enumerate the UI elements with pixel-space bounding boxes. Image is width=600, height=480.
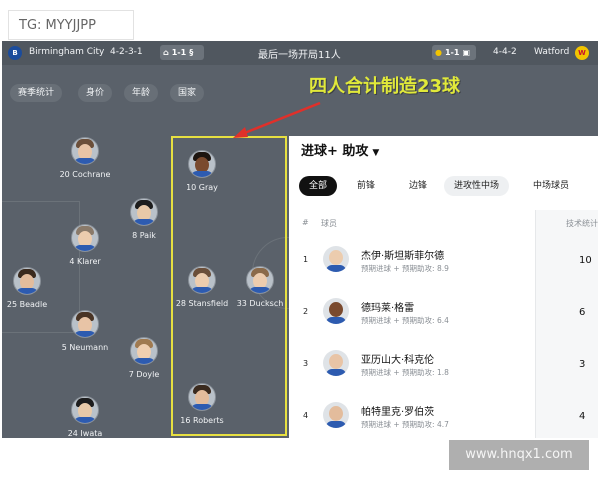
row-rank: 1 — [303, 255, 309, 264]
row-rank: 3 — [303, 359, 309, 368]
stats-dropdown[interactable]: 进球+ 助攻 ▼ — [301, 140, 379, 159]
player-avatar — [323, 402, 349, 428]
row-stat-value: 6 — [579, 307, 586, 318]
player-avatar — [323, 298, 349, 324]
column-header-rank: # — [302, 218, 309, 227]
row-xg-xa: 预期进球 + 预期助攻: 1.8 — [361, 368, 449, 377]
tab-midfielders[interactable]: 中场球员 — [523, 176, 579, 196]
row-player-name: 德玛莱·格雷 — [361, 303, 415, 314]
row-rank: 4 — [303, 411, 309, 420]
row-stat-value: 3 — [579, 359, 586, 370]
row-player-name: 帕特里克·罗伯茨 — [361, 407, 435, 418]
row-xg-xa: 预期进球 + 预期助攻: 4.7 — [361, 420, 449, 429]
tab-attacking-mid[interactable]: 进攻性中场 — [444, 176, 510, 196]
watermark-bottom: www.hnqx1.com — [449, 440, 589, 470]
table-row[interactable]: 1 杰伊·斯坦斯菲尔德 预期进球 + 预期助攻: 8.9 10 — [289, 236, 598, 288]
table-row[interactable]: 4 帕特里克·罗伯茨 预期进球 + 预期助攻: 4.7 4 — [289, 392, 598, 438]
row-stat-value: 10 — [579, 255, 592, 266]
table-row[interactable]: 2 德玛莱·格雷 预期进球 + 预期助攻: 6.4 6 — [289, 288, 598, 340]
tab-wingers[interactable]: 边锋 — [399, 176, 437, 196]
column-header-player: 球员 — [321, 219, 337, 228]
caret-down-icon: ▼ — [372, 148, 380, 158]
player-avatar — [323, 246, 349, 272]
column-header-stat[interactable]: 技术统计 — [566, 218, 598, 229]
row-rank: 2 — [303, 307, 309, 316]
lineup-app: B Birmingham City 4-2-3-1 ⌂ 1-1 § 最后一场开局11… — [2, 41, 598, 438]
row-xg-xa: 预期进球 + 预期助攻: 6.4 — [361, 316, 449, 325]
table-row[interactable]: 3 亚历山大·科克伦 预期进球 + 预期助攻: 1.8 3 — [289, 340, 598, 392]
watermark-top: TG: MYYJJPP — [8, 10, 134, 40]
tab-forwards[interactable]: 前锋 — [347, 176, 385, 196]
row-player-name: 杰伊·斯坦斯菲尔德 — [361, 251, 445, 262]
player-avatar — [323, 350, 349, 376]
row-xg-xa: 预期进球 + 预期助攻: 8.9 — [361, 264, 449, 273]
tab-all[interactable]: 全部 — [299, 176, 338, 196]
annotation-text: 四人合计制造23球 — [309, 76, 461, 97]
row-stat-value: 4 — [579, 411, 586, 422]
stats-panel: 进球+ 助攻 ▼ 全部 前锋 边锋 进攻性中场 中场球员 # 球员 技术统计 1 … — [289, 136, 598, 438]
row-player-name: 亚历山大·科克伦 — [361, 355, 435, 366]
